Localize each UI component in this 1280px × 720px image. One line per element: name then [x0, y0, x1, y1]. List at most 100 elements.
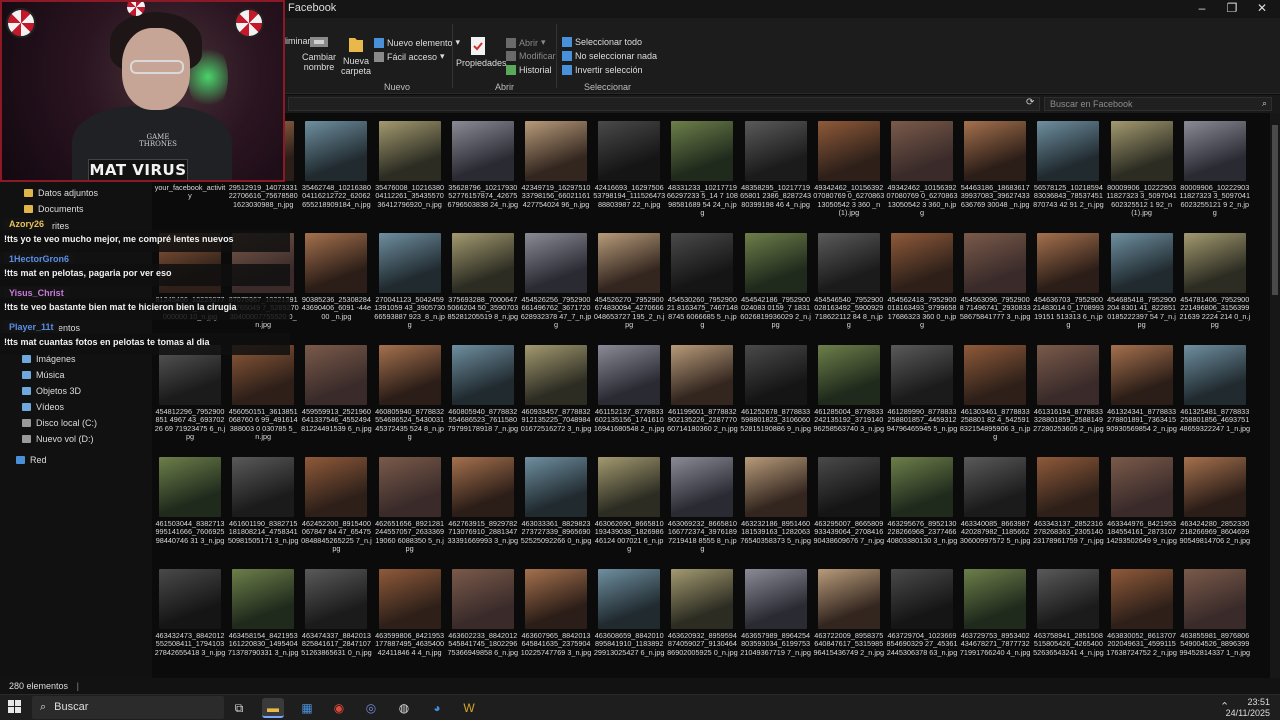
file-tile[interactable]: 460805940_8778832554686523_7611580797991… [447, 345, 519, 450]
file-tile[interactable]: 462452200_8915400067847 84 47_6547508488… [300, 457, 372, 562]
file-tile[interactable]: 454526270_7952900674830094_4270666048653… [593, 233, 665, 338]
file-tile[interactable]: 42349719_1629751033798156_66021161427754… [520, 121, 592, 226]
history-button[interactable]: Historial [506, 65, 552, 75]
file-tile[interactable]: 42416693_1629750653798194_11152647388803… [593, 121, 665, 226]
file-tile[interactable]: 463432473_8842012552508411_1794103278426… [154, 569, 226, 674]
file-tile[interactable]: 454563096_79529008 71496741_293083358675… [959, 233, 1031, 338]
refresh-icon[interactable]: ⟳ [1026, 97, 1034, 108]
file-tile[interactable]: 35628796_1021793052776157874_42675679650… [447, 121, 519, 226]
file-tile[interactable]: 463295676_8952130228266968_2377466408033… [886, 457, 958, 562]
file-tile[interactable]: 463758941_2851508515805426_4265400526365… [1032, 569, 1104, 674]
select-all-button[interactable]: Seleccionar todo [562, 37, 642, 47]
file-tile[interactable]: 461316194_8778833328801859_2588149272802… [1032, 345, 1104, 450]
file-tile[interactable]: 463340085_8663987420287982_1185662306009… [959, 457, 1031, 562]
file-tile[interactable]: 463729753_8953402434678271_7877732719917… [959, 569, 1031, 674]
file-tile[interactable]: 463602233_8842012545841745_1802296753669… [447, 569, 519, 674]
file-tile[interactable]: 463424280_2852330218266969_8604699905498… [1179, 457, 1251, 562]
file-tile[interactable]: 54463186_1868361739937083_39627433636769… [959, 121, 1031, 226]
file-tile[interactable]: 454812296_7952900851 4967 43_693702 26 6… [154, 345, 226, 450]
file-tile[interactable]: 463657989_8964254803593034_6199753210493… [740, 569, 812, 674]
file-tile[interactable]: 463722009_8958375640847617_5315985964154… [813, 569, 885, 674]
file-tile[interactable]: 462651656_8921281244557057_263336919060 … [374, 457, 446, 562]
nav-item-nuevo-vol[interactable]: Nuevo vol (D:) [22, 434, 94, 444]
select-none-button[interactable]: No seleccionar nada [562, 51, 657, 61]
steam-icon[interactable]: ◕ [426, 698, 448, 718]
file-tile[interactable]: 463620932_8959594874059027_9130464869020… [666, 569, 738, 674]
file-tile[interactable]: 463069232_8665810166772374_3976189721941… [666, 457, 738, 562]
file-tile[interactable]: 454685418_7952900204 8301 41_822851 0185… [1106, 233, 1178, 338]
file-tile[interactable]: 463458154_8421953161220830_1495404713787… [227, 569, 299, 674]
file-explorer-icon[interactable]: ▬ [262, 698, 284, 718]
file-tile[interactable]: 463607965_8842013645841635_2375904102257… [520, 569, 592, 674]
file-tile[interactable]: 48358295_1021771965801 2386_828724380399… [740, 121, 812, 226]
nav-item-musica[interactable]: Música [22, 370, 65, 380]
file-tile[interactable]: 463474337_8842013825841617_2847107512638… [300, 569, 372, 674]
invert-selection-button[interactable]: Invertir selección [562, 65, 643, 75]
task-view-icon[interactable]: ⧉ [228, 698, 250, 718]
file-tile[interactable]: 80009906_1022290311827323 3_509704160232… [1106, 121, 1178, 226]
nav-item-objetos-3d[interactable]: Objetos 3D [22, 386, 81, 396]
file-tile[interactable]: 463830052_8613707202049631_4599115176387… [1106, 569, 1178, 674]
file-tile[interactable]: 454562418_7952900018163493_9799658176863… [886, 233, 958, 338]
file-tile[interactable]: 463599806_8421953177887495_4635400424118… [374, 569, 446, 674]
clock[interactable]: 23:51 24/11/2025 [1226, 697, 1270, 719]
close-button[interactable]: ✕ [1246, 0, 1278, 18]
file-tile[interactable]: 461285004_8778833242135192_3719140962585… [813, 345, 885, 450]
file-tile[interactable]: 461324341_8778833278801891_7363415909305… [1106, 345, 1178, 450]
open-button[interactable]: Abrir ▾ [506, 37, 546, 48]
file-tile[interactable]: 456050151_3613851068760 6 99_49161438800… [227, 345, 299, 450]
file-tile[interactable]: 463062690_8665810193439038_182698646124 … [593, 457, 665, 562]
file-tile[interactable]: 454781406_7952900221496806_315639921639 … [1179, 233, 1251, 338]
file-tile[interactable]: 461303461_8778833258801 82 4_54259183215… [959, 345, 1031, 450]
nav-item-red[interactable]: Red [16, 455, 47, 465]
file-tile[interactable]: 35476008_1021638004112261_35435570364127… [374, 121, 446, 226]
file-tile[interactable]: 454530260_795290021 8163475_74671488745 … [666, 233, 738, 338]
file-tile[interactable]: 460933457_8778832912135225_7048984016725… [520, 345, 592, 450]
file-tile[interactable]: 463232186_8951460181539163_1282063765403… [740, 457, 812, 562]
file-tile[interactable]: 460805940_8778832554686524_5430031453724… [374, 345, 446, 450]
file-tile[interactable]: 463033361_8829823273727339_8965690525250… [520, 457, 592, 562]
file-tile[interactable]: 461199601_8778832902135226_2287770607141… [666, 345, 738, 450]
file-tile[interactable]: 80009906_1022290311827323 3_509704160232… [1179, 121, 1251, 226]
file-tile[interactable]: 56578125_1021859483036843_78537451870743… [1032, 121, 1104, 226]
easy-access-button[interactable]: Fácil acceso ▾ [374, 51, 445, 62]
scrollbar-thumb[interactable] [1272, 125, 1278, 295]
vertical-scrollbar[interactable] [1270, 113, 1280, 678]
chrome-icon[interactable]: ◉ [328, 698, 350, 718]
taskbar-search[interactable]: ⌕ Buscar [32, 696, 224, 719]
file-tile[interactable]: 459559913_2521960641337546_4552494812244… [300, 345, 372, 450]
file-tile[interactable]: 463855981_8976806549004526_8896399994528… [1179, 569, 1251, 674]
file-tile[interactable]: 462763915_8929782713076910_2881347333916… [447, 457, 519, 562]
minimize-button[interactable]: – [1186, 0, 1218, 18]
new-folder-button[interactable]: Nueva carpeta [340, 34, 372, 76]
new-item-button[interactable]: Nuevo elemento ▾ [374, 37, 460, 48]
file-tile[interactable]: 461252678_8778833598801823_3106060528151… [740, 345, 812, 450]
file-tile[interactable]: 454546540_7952900028163492_5900929718622… [813, 233, 885, 338]
file-tile[interactable]: 463729704_1023669854690329 27_4536124453… [886, 569, 958, 674]
discord-icon[interactable]: ◎ [360, 698, 382, 718]
nav-item-imagenes[interactable]: Imágenes [22, 354, 76, 364]
file-tile[interactable]: 49342462_1015639207080769 0_627086313050… [886, 121, 958, 226]
file-tile[interactable]: 463295007_8665809933439064_2708416904386… [813, 457, 885, 562]
game-launcher-icon[interactable]: W [458, 698, 480, 718]
rename-button[interactable]: Cambiar nombre [302, 34, 336, 72]
obs-icon[interactable]: ◍ [393, 698, 415, 718]
properties-button[interactable]: Propiedades [456, 36, 507, 68]
file-tile[interactable]: 461152137_8778833602135156_1741610169416… [593, 345, 665, 450]
file-tile[interactable]: 463344976_8421953184554161_2873107142935… [1106, 457, 1178, 562]
nav-item-disco-local[interactable]: Disco local (C:) [22, 418, 97, 428]
file-tile[interactable]: 90385236_2530828443690406_6091 -44e00 _n… [300, 233, 372, 338]
file-tile[interactable]: 461289990_8778833258801857_4459312947964… [886, 345, 958, 450]
file-tile[interactable]: 375693288_70006475066204 50_359070385281… [447, 233, 519, 338]
nav-item-datos-adjuntos[interactable]: Datos adjuntos [24, 188, 98, 198]
modify-button[interactable]: Modificar [506, 51, 556, 61]
windows-start-icon[interactable] [8, 700, 22, 714]
file-tile[interactable]: 463343137_2852316278268363_2305140231789… [1032, 457, 1104, 562]
file-tile[interactable]: 461601190_8382715181808214_4758341509815… [227, 457, 299, 562]
file-tile[interactable]: 48331233_1021771966297233 5_14 7 1089858… [666, 121, 738, 226]
address-field[interactable] [288, 97, 1040, 111]
file-tile[interactable]: 463608659_8842010895841910_1183892299130… [593, 569, 665, 674]
file-tile[interactable]: 461325481_8778833258801856_4693751486593… [1179, 345, 1251, 450]
file-tile[interactable]: 461503044_8382713995141666_7606925984407… [154, 457, 226, 562]
calculator-icon[interactable]: ▦ [296, 698, 318, 718]
